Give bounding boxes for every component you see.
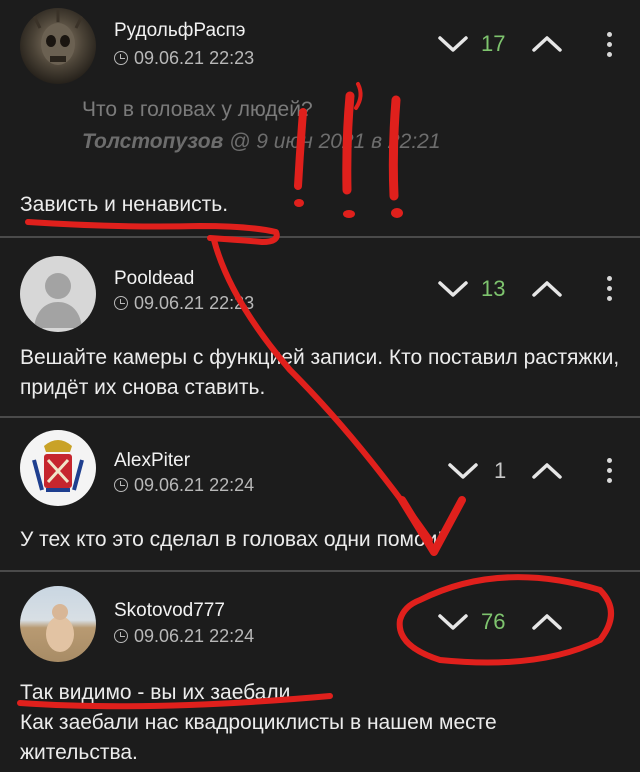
avatar[interactable] — [20, 8, 96, 84]
comment-date: 09.06.21 22:23 — [114, 48, 254, 69]
author-name[interactable]: AlexPiter — [114, 450, 190, 472]
comment-date: 09.06.21 22:24 — [114, 475, 254, 496]
vote-count: 17 — [481, 31, 506, 56]
quote-author[interactable]: Толстопузов — [82, 130, 223, 153]
avatar[interactable] — [20, 586, 96, 662]
clock-icon — [114, 478, 128, 492]
more-options-icon[interactable] — [604, 276, 614, 302]
author-name[interactable]: РудольфРаспэ — [114, 20, 246, 42]
comment-2: Pooldead 09.06.21 22:23 13 Вешайте камер… — [0, 238, 640, 416]
more-options-icon[interactable] — [604, 458, 614, 484]
comment-3: AlexPiter 09.06.21 22:24 1 У тех кто это… — [0, 418, 640, 570]
comment-date: 09.06.21 22:24 — [114, 626, 254, 647]
quote-meta: Толстопузов @ 9 июн 2021 в 22:21 — [82, 130, 441, 153]
comment-4: Skotovod777 09.06.21 22:24 76 Так видимо… — [0, 572, 640, 772]
avatar[interactable] — [20, 256, 96, 332]
default-user-icon — [34, 273, 82, 328]
comment-1: РудольфРаспэ 09.06.21 22:23 17 Что в гол… — [0, 0, 640, 236]
comment-date: 09.06.21 22:23 — [114, 293, 254, 314]
vote-down-icon[interactable] — [436, 277, 470, 301]
author-name[interactable]: Pooldead — [114, 268, 194, 290]
beach-person-avatar-image — [46, 604, 74, 652]
comment-text-line-1: Так видимо - вы их заебали. — [20, 681, 297, 704]
coat-of-arms-icon — [32, 440, 84, 492]
clock-icon — [114, 296, 128, 310]
more-options-icon[interactable] — [604, 32, 614, 58]
vote-up-icon[interactable] — [530, 32, 564, 56]
quote-text: Что в головах у людей? — [82, 98, 313, 121]
clock-icon — [114, 629, 128, 643]
comment-text: Вешайте камеры с функцией записи. Кто по… — [20, 346, 620, 399]
vote-up-icon[interactable] — [530, 277, 564, 301]
comment-text: Так видимо - вы их заебали. Как заебали … — [20, 678, 620, 768]
vote-up-icon[interactable] — [530, 459, 564, 483]
vote-count: 76 — [481, 609, 506, 634]
comment-text: Зависть и ненависть. — [20, 193, 229, 216]
vote-up-icon[interactable] — [530, 610, 564, 634]
vote-count: 1 — [494, 458, 507, 483]
comment-text-line-2: Как заебали нас квадроциклисты в нашем м… — [20, 711, 497, 764]
vote-down-icon[interactable] — [436, 32, 470, 56]
vote-down-icon[interactable] — [446, 459, 480, 483]
author-name[interactable]: Skotovod777 — [114, 600, 225, 622]
avatar[interactable] — [20, 430, 96, 506]
vote-down-icon[interactable] — [436, 610, 470, 634]
clock-icon — [114, 51, 128, 65]
comment-text: У тех кто это сделал в головах одни помо… — [20, 528, 444, 551]
vote-count: 13 — [481, 276, 506, 301]
skull-avatar-image — [32, 10, 84, 65]
